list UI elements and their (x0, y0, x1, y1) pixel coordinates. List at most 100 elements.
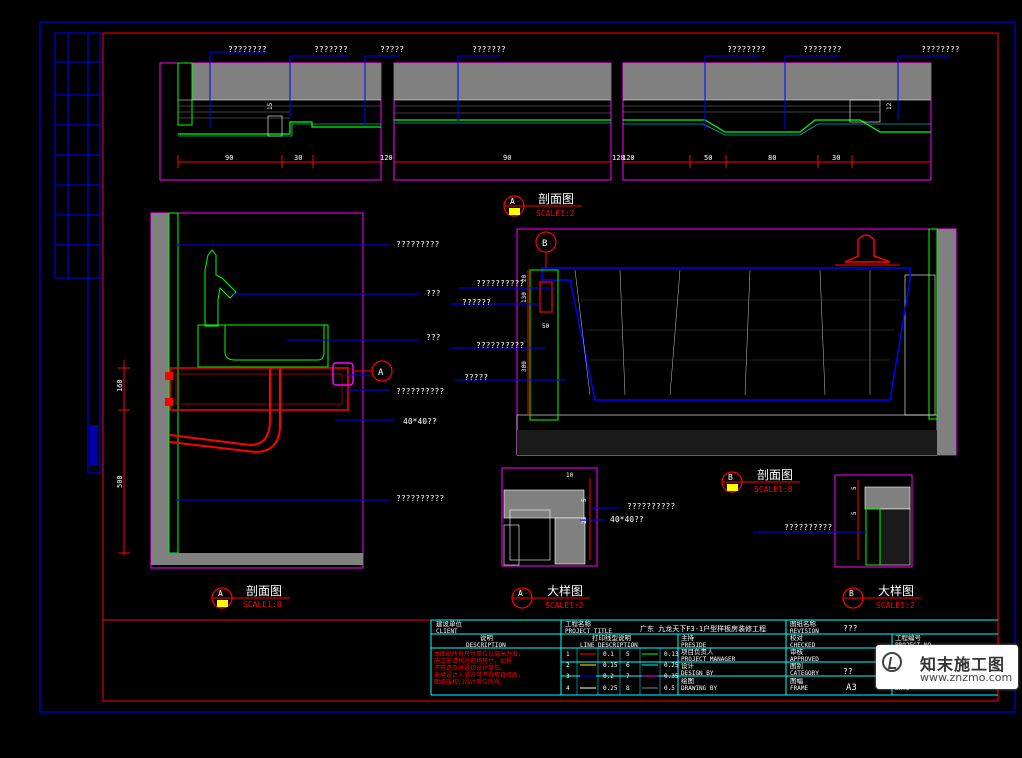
drawing-text: 500 (116, 475, 124, 488)
drawing-text: 0.35 (664, 673, 679, 680)
drawing-text: 打印线型说明 (592, 633, 632, 642)
drawing-text: 40*40?? (610, 515, 644, 524)
drawing-text: 主持 (681, 633, 695, 642)
drawing-text: 5 (851, 511, 858, 515)
drawing-text: 300 (521, 361, 528, 372)
drawing-text: 广东 九龙天下F3-1户型样板房装修工程 (640, 624, 766, 633)
drawing-text: 3 (566, 673, 570, 680)
drawing-text: SCALE1:8 (243, 600, 282, 609)
drawing-text: A (518, 589, 523, 598)
drawing-text: ????? (464, 373, 488, 382)
drawing-text: 0.25 (603, 685, 618, 692)
drawing-text: 工程名称 (565, 619, 592, 628)
drawing-text: DRAWING BY (681, 685, 718, 692)
drawing-text: A (510, 197, 515, 206)
drawing-text: SCALE1:2 (536, 209, 575, 218)
drawing-text: 绘图 (681, 676, 694, 685)
drawing-text: B (542, 239, 547, 249)
drawing-text: ????????? (396, 240, 440, 249)
drawing-text: B (728, 473, 733, 482)
drawing-text: 130 (521, 292, 528, 303)
drawing-text: 5 (626, 651, 630, 658)
znzmo-logo-icon (882, 652, 902, 672)
leader-label: ??????? (472, 45, 506, 54)
drawing-text: ??? (426, 333, 441, 342)
drawing-text: 2 (566, 662, 570, 669)
drawing-text: 不符请及时通知设计单位。 (434, 664, 506, 672)
drawing-text: 0.13 (664, 651, 679, 658)
drawing-text: 说明 (480, 633, 494, 642)
drawing-text: 设计 (681, 661, 695, 670)
drawing-text: 未经设计人员许可不得擅自修改， (434, 671, 524, 679)
drawing-text: 50 (542, 323, 550, 330)
leader-label: ???????? (727, 45, 766, 54)
dim-label: 90 (503, 154, 511, 162)
drawing-text: DESIGN BY (681, 670, 714, 677)
drawing-text: 本图纸所有尺寸单位以毫米为准， (434, 650, 524, 658)
drawing-text: 校对 (790, 633, 804, 642)
drawing-text: ?????????? (627, 502, 675, 511)
drawing-text: 剖面图 (757, 468, 793, 482)
drawing-text: ??? (843, 624, 858, 633)
drawing-text: A (218, 589, 223, 598)
drawing-text: 施工前请核对现场尺寸，如有 (434, 657, 512, 665)
drawing-text: 0.5 (664, 685, 675, 692)
drawing-text: 10 (566, 472, 574, 479)
cad-drawing: ???????? ??????? ????? 90 30 120 15 ????… (0, 0, 1022, 758)
drawing-text: FRAME (790, 685, 808, 692)
drawing-text: 0.25 (664, 662, 679, 669)
drawing-text: SCALE1:2 (876, 601, 915, 610)
leader-label: ???????? (803, 45, 842, 54)
watermark-badge: 知末施工图 www.znzmo.com (876, 645, 1018, 689)
dim-label: 90 (225, 154, 233, 162)
dim-label: 30 (832, 154, 840, 162)
drawing-text: ?????????? (784, 523, 832, 532)
drawing-text: 6 (626, 662, 630, 669)
drawing-text: DESCRIPTION (466, 642, 506, 649)
watermark-url: www.znzmo.com (920, 671, 1013, 684)
drawing-text: 7 (626, 673, 630, 680)
drawing-text: 图纸名称 (790, 619, 817, 628)
drawing-text: 4 (566, 685, 570, 692)
leader-label: ????? (380, 45, 404, 54)
drawing-text: 剖面图 (246, 584, 282, 598)
drawing-text: 图纸版权归设计单位所有。 (434, 678, 506, 686)
drawing-text: 0.1 (603, 651, 614, 658)
drawing-text: 工程编号 (895, 633, 922, 642)
drawing-text: CATEGORY (790, 670, 819, 677)
dim-label: 80 (768, 154, 776, 162)
drawing-text: ?????? (462, 298, 491, 307)
drawing-text: 1 (566, 651, 570, 658)
drawing-text: CLIENT (436, 628, 458, 635)
drawing-text: ?? (843, 667, 853, 676)
drawing-text: 图幅 (790, 676, 804, 685)
drawing-text: SCALE1:2 (545, 601, 584, 610)
drawing-text: 剖面图 (538, 192, 574, 206)
drawing-text: 建设单位 (436, 619, 463, 628)
drawing-text: A (378, 368, 384, 378)
dim-label: 50 (704, 154, 712, 162)
drawing-text: 160 (116, 379, 124, 392)
drawing-text: ?????????? (396, 494, 444, 503)
drawing-text: B (849, 589, 854, 598)
dim-label: 120 (622, 154, 635, 162)
drawing-text: 大样图 (547, 583, 583, 598)
dim-label: 12 (886, 102, 893, 110)
leader-label: ???????? (228, 45, 267, 54)
drawing-text: ?????????? (396, 387, 444, 396)
drawing-text: 0.2 (603, 673, 614, 680)
drawing-text: ?????????? (476, 341, 524, 350)
drawing-text: 0.15 (603, 662, 618, 669)
drawing-text: SCALE1:8 (754, 485, 793, 494)
drawing-text: 40*40?? (403, 417, 437, 426)
drawing-text: ?????????? (476, 279, 524, 288)
dim-label: 120 (380, 154, 393, 162)
leader-label: ??????? (314, 45, 348, 54)
dim-label: 15 (267, 102, 274, 110)
drawing-text: ??? (426, 289, 441, 298)
drawing-text: LINE DESCRIPTION (580, 642, 638, 649)
dim-label: 30 (294, 154, 302, 162)
drawing-text: 8 (626, 685, 630, 692)
drawing-text: A3 (846, 683, 857, 693)
drawing-text: 项目负责人 (681, 647, 714, 656)
